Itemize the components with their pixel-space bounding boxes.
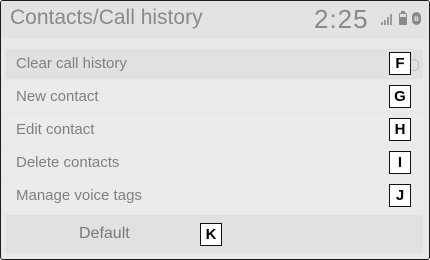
menu-item-label: Delete contacts bbox=[16, 154, 120, 171]
battery-icon bbox=[399, 11, 407, 25]
menu-item-label: Edit contact bbox=[16, 121, 95, 138]
menu-list: Clear call history F New contact G Edit … bbox=[5, 49, 423, 214]
status-icons: ʙ bbox=[381, 11, 425, 27]
header-bar: Contacts/Call history 2:25 ʙ bbox=[1, 1, 429, 39]
callout-badge: G bbox=[389, 85, 411, 108]
callout-badge: I bbox=[389, 151, 411, 174]
signal-icon bbox=[381, 13, 393, 25]
default-button[interactable]: Default K bbox=[5, 215, 423, 253]
callout-badge: F bbox=[389, 52, 411, 75]
menu-item-delete-contacts[interactable]: Delete contacts I bbox=[5, 148, 423, 178]
menu-item-manage-voice-tags[interactable]: Manage voice tags J bbox=[5, 181, 423, 211]
menu-item-edit-contact[interactable]: Edit contact H bbox=[5, 115, 423, 145]
clock: 2:25 bbox=[314, 4, 369, 34]
default-button-label: Default bbox=[79, 225, 130, 242]
menu-item-new-contact[interactable]: New contact G bbox=[5, 82, 423, 112]
menu-item-clear-call-history[interactable]: Clear call history F bbox=[5, 49, 423, 79]
menu-item-label: Clear call history bbox=[16, 55, 127, 72]
callout-badge: K bbox=[200, 223, 222, 246]
screen: Contacts/Call history 2:25 ʙ Clear call … bbox=[0, 0, 430, 260]
menu-item-label: New contact bbox=[16, 88, 99, 105]
menu-item-label: Manage voice tags bbox=[16, 187, 142, 204]
page-title: Contacts/Call history bbox=[10, 6, 203, 29]
callout-badge: J bbox=[389, 184, 411, 207]
callout-badge: H bbox=[389, 118, 411, 141]
scroll-indicator bbox=[410, 59, 419, 71]
bluetooth-icon: ʙ bbox=[412, 12, 421, 25]
